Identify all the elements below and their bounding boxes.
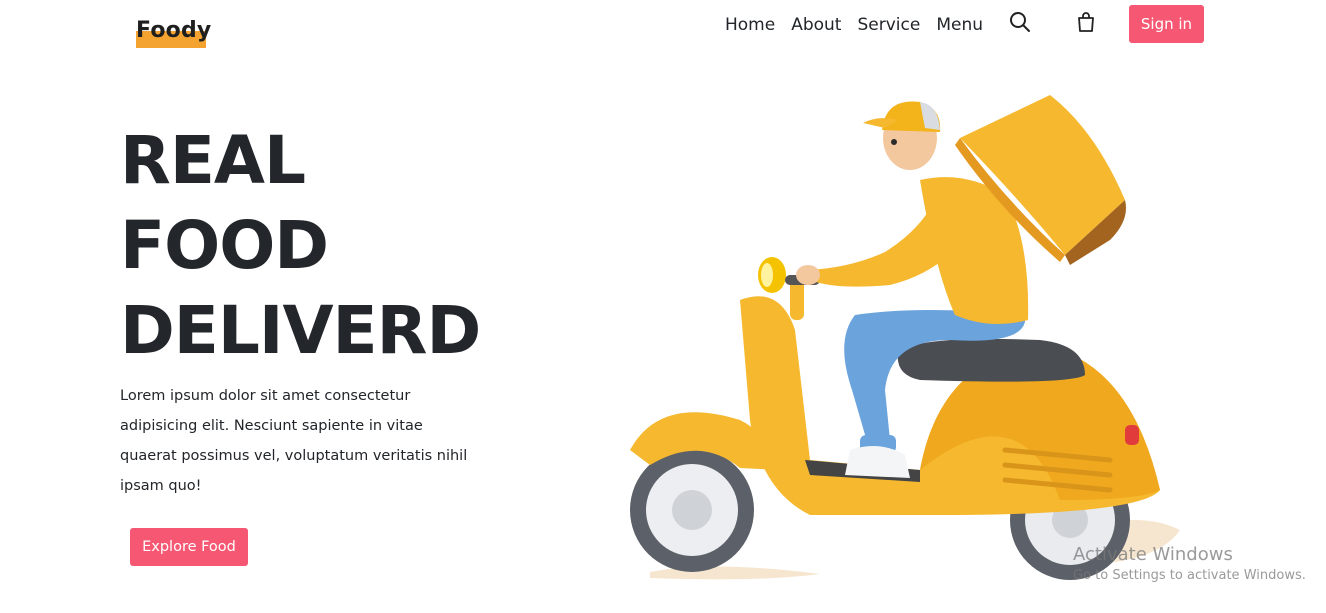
hero-title: REAL FOOD DELIVERD <box>120 118 481 373</box>
brand-name: Foody <box>136 18 212 43</box>
watermark-subtitle: Go to Settings to activate Windows. <box>1073 568 1306 583</box>
delivery-scooter-illustration <box>620 90 1180 590</box>
hero-title-line-3: DELIVERD <box>120 292 481 369</box>
signin-button[interactable]: Sign in <box>1129 5 1204 43</box>
nav-home[interactable]: Home <box>725 13 775 37</box>
watermark-title: Activate Windows <box>1073 544 1233 565</box>
search-icon[interactable] <box>1008 10 1032 34</box>
nav-menu[interactable]: Menu <box>936 13 983 37</box>
hero-title-line-2: FOOD <box>120 207 329 284</box>
main-nav: Home About Service Menu <box>725 13 983 37</box>
shopping-bag-icon[interactable] <box>1074 10 1098 34</box>
explore-food-button[interactable]: Explore Food <box>130 528 248 566</box>
hero-title-line-1: REAL <box>120 122 306 199</box>
nav-about[interactable]: About <box>791 13 841 37</box>
brand-logo[interactable]: Foody <box>136 18 212 48</box>
activate-windows-watermark: Activate Windows Go to Settings to activ… <box>1073 544 1306 585</box>
hero-description: Lorem ipsum dolor sit amet consectetur a… <box>120 388 468 494</box>
nav-service[interactable]: Service <box>857 13 920 37</box>
